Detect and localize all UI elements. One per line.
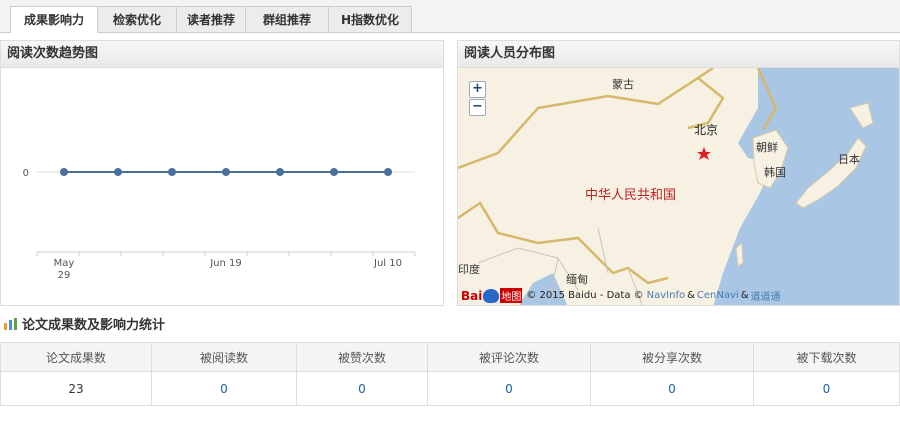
sea-area xyxy=(713,68,899,305)
baidu-map-logo: 地图 xyxy=(500,288,523,303)
tab-reader-recommend[interactable]: 读者推荐 xyxy=(176,6,246,32)
baidu-paw-icon xyxy=(483,288,500,303)
label-beijing: 北京 xyxy=(694,123,718,137)
border-mongolia xyxy=(458,68,714,170)
label-mongolia: 蒙古 xyxy=(612,78,634,91)
label-north-korea: 朝鲜 xyxy=(756,140,778,154)
label-china: 中华人民共和国 xyxy=(585,188,676,203)
tab-impact[interactable]: 成果影响力 xyxy=(10,6,98,33)
copyright-amp: & xyxy=(687,290,695,301)
label-japan: 日本 xyxy=(838,152,860,166)
value-papers: 23 xyxy=(0,371,152,406)
stats-heading: 论文成果数及影响力统计 xyxy=(4,314,165,333)
header-shares: 被分享次数 xyxy=(590,342,754,372)
trend-panel-title: 阅读次数趋势图 xyxy=(1,41,443,68)
data-point xyxy=(60,168,68,176)
stats-header-row: 论文成果数 被阅读数 被赞次数 被评论次数 被分享次数 被下载次数 xyxy=(0,342,900,372)
stats-table: 论文成果数 被阅读数 被赞次数 被评论次数 被分享次数 被下载次数 23 0 0… xyxy=(0,342,900,406)
trend-chart: 0 May 29 Jun 19 Jul 10 xyxy=(23,168,416,281)
stats-title: 论文成果数及影响力统计 xyxy=(22,318,166,333)
cennavi-link[interactable]: CenNavi xyxy=(697,290,739,301)
stats-value-row: 23 0 0 0 0 0 xyxy=(0,371,900,406)
data-point xyxy=(114,168,122,176)
value-likes[interactable]: 0 xyxy=(296,371,428,406)
data-point xyxy=(330,168,338,176)
value-shares[interactable]: 0 xyxy=(590,371,754,406)
data-point xyxy=(384,168,392,176)
x-tick-label: May 29 xyxy=(54,258,75,281)
copyright-text: © 2015 Baidu - Data © xyxy=(526,290,644,301)
value-downloads[interactable]: 0 xyxy=(753,371,900,406)
baidu-logo-text: Bai xyxy=(461,288,483,303)
map-attribution: Bai 地图 © 2015 Baidu - Data © NavInfo & C… xyxy=(461,288,781,303)
border-south xyxy=(458,201,669,285)
x-tick-label: Jun 19 xyxy=(209,258,242,269)
label-south-korea: 韩国 xyxy=(764,165,786,179)
border-northeast xyxy=(687,77,725,130)
header-downloads: 被下载次数 xyxy=(753,342,900,372)
y-tick-label: 0 xyxy=(23,168,29,179)
label-india: 印度 xyxy=(458,262,480,276)
map-panel-title: 阅读人员分布图 xyxy=(458,41,899,68)
tab-search-optimization[interactable]: 检索优化 xyxy=(97,6,177,32)
data-point xyxy=(168,168,176,176)
daodaotong-link[interactable]: 道道通 xyxy=(751,288,781,303)
value-reads[interactable]: 0 xyxy=(151,371,297,406)
tab-h-index[interactable]: H指数优化 xyxy=(328,6,412,32)
map-view[interactable]: 蒙古 北京 朝鲜 韩国 日本 中华人民共和国 印度 缅甸 + − Bai 地图 … xyxy=(458,68,899,305)
zoom-in-button[interactable]: + xyxy=(469,81,486,98)
header-comments: 被评论次数 xyxy=(427,342,591,372)
tab-group-recommend[interactable]: 群组推荐 xyxy=(245,6,329,32)
data-point xyxy=(222,168,230,176)
navinfo-link[interactable]: NavInfo xyxy=(647,290,685,301)
beijing-marker xyxy=(697,147,711,160)
data-point xyxy=(276,168,284,176)
map-panel: 阅读人员分布图 蒙古 北京 朝鲜 韩国 日本 中华人民共和国 印度 缅甸 + −… xyxy=(457,40,900,306)
x-tick-label: Jul 10 xyxy=(373,258,402,269)
header-reads: 被阅读数 xyxy=(151,342,297,372)
label-myanmar: 缅甸 xyxy=(566,272,588,286)
map-graphic: 蒙古 北京 朝鲜 韩国 日本 中华人民共和国 印度 缅甸 xyxy=(458,68,899,305)
copyright-amp-2: & xyxy=(740,290,749,301)
zoom-out-button[interactable]: − xyxy=(469,99,486,116)
trend-panel: 阅读次数趋势图 0 May 29 Jun 19 Jul 10 xyxy=(0,40,444,306)
header-papers: 论文成果数 xyxy=(0,342,152,372)
tab-bar: 成果影响力 检索优化 读者推荐 群组推荐 H指数优化 xyxy=(0,0,900,33)
value-comments[interactable]: 0 xyxy=(427,371,591,406)
bar-chart-icon xyxy=(4,317,17,330)
header-likes: 被赞次数 xyxy=(296,342,428,372)
